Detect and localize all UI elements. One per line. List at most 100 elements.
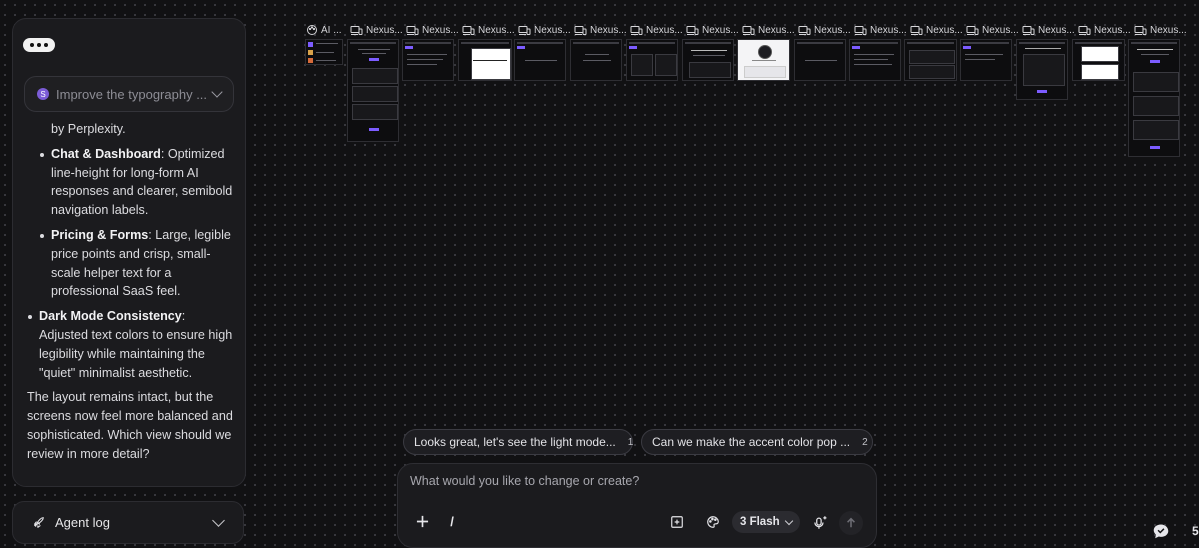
- message-closing: The layout remains intact, but the scree…: [27, 390, 233, 461]
- devices-icon: [350, 25, 363, 35]
- tab-label: Nexus...: [1150, 24, 1187, 36]
- screen-thumbnail[interactable]: [1072, 39, 1125, 81]
- devices-icon: [574, 25, 587, 35]
- chevron-down-icon: [212, 514, 225, 527]
- screen-thumbnail[interactable]: [514, 39, 566, 81]
- tab-label: Nexus...: [926, 24, 963, 36]
- prompt-selector-text: Improve the typography ...: [56, 86, 207, 102]
- chat-panel: S Improve the typography ... by Perplexi…: [12, 18, 246, 487]
- tab-label: Nexus...: [758, 24, 795, 36]
- more-options-button[interactable]: [23, 38, 55, 52]
- agent-log-label: Agent log: [55, 515, 110, 530]
- devices-icon: [518, 25, 531, 35]
- screen-thumbnail[interactable]: [794, 39, 846, 81]
- suggestion-shortcut: 1: [627, 436, 634, 448]
- suggestion-label: Can we make the accent color pop ...: [652, 435, 851, 449]
- send-button[interactable]: [839, 511, 863, 535]
- arrow-up-icon: [847, 517, 855, 528]
- tab-nexus[interactable]: Nexus...: [462, 23, 515, 37]
- insert-frame-button[interactable]: [669, 514, 685, 530]
- theme-button[interactable]: [705, 514, 721, 530]
- devices-icon: [966, 25, 979, 35]
- tab-nexus[interactable]: Nexus...: [406, 23, 459, 37]
- screen-thumbnail[interactable]: [960, 39, 1012, 81]
- screen-thumbnail[interactable]: [904, 39, 957, 81]
- devices-icon: [1078, 25, 1091, 35]
- devices-icon: [1134, 25, 1147, 35]
- devices-icon: [1022, 25, 1035, 35]
- screen-thumbnail-typography[interactable]: [305, 39, 343, 65]
- suggestion-chip-2[interactable]: Can we make the accent color pop ... 2: [641, 429, 873, 455]
- screen-thumbnail-light[interactable]: [737, 39, 790, 81]
- palette-icon: [707, 516, 719, 528]
- list-item: Pricing & Forms: Large, legible price po…: [27, 226, 237, 301]
- tab-nexus[interactable]: Nexus...: [854, 23, 907, 37]
- assistant-message: by Perplexity. Chat & Dashboard: Optimiz…: [27, 120, 237, 470]
- voice-button[interactable]: [811, 513, 829, 531]
- insert-frame-icon: [671, 516, 683, 528]
- tab-nexus[interactable]: Nexus...: [574, 23, 627, 37]
- item-title: Chat & Dashboard: [51, 146, 161, 161]
- screen-thumbnail[interactable]: [458, 39, 512, 81]
- tab-nexus[interactable]: Nexus...: [686, 23, 739, 37]
- chevron-down-icon: [211, 86, 223, 98]
- tab-ai[interactable]: AI ...: [306, 23, 342, 37]
- tab-nexus[interactable]: Nexus...: [630, 23, 683, 37]
- tab-label: Nexus...: [366, 24, 403, 36]
- tab-label: Nexus...: [982, 24, 1019, 36]
- tab-nexus[interactable]: Nexus...: [1078, 23, 1131, 37]
- devices-icon: [798, 25, 811, 35]
- list-item: by Perplexity.: [27, 120, 237, 139]
- tab-label: Nexus...: [534, 24, 571, 36]
- agent-log-toggle[interactable]: Agent log: [12, 501, 244, 544]
- chat-input[interactable]: What would you like to change or create?: [410, 474, 639, 488]
- tab-label: Nexus...: [814, 24, 851, 36]
- model-selector[interactable]: 3 Flash: [732, 511, 800, 533]
- devices-icon: [406, 25, 419, 35]
- tab-nexus[interactable]: Nexus...: [518, 23, 571, 37]
- suggestion-shortcut: 2: [862, 436, 868, 448]
- tab-nexus[interactable]: Nexus...: [910, 23, 963, 37]
- screen-thumbnail[interactable]: [347, 39, 399, 142]
- rocket-icon: [34, 517, 44, 528]
- chat-composer: What would you like to change or create?…: [397, 463, 877, 548]
- tab-nexus[interactable]: Nexus...: [742, 23, 795, 37]
- notification-count: 5: [1192, 524, 1199, 538]
- screen-thumbnail[interactable]: [402, 39, 454, 81]
- tab-label: Nexus...: [702, 24, 739, 36]
- devices-icon: [854, 25, 867, 35]
- devices-icon: [686, 25, 699, 35]
- prompt-badge: S: [37, 88, 49, 100]
- tab-label: Nexus...: [646, 24, 683, 36]
- model-label: 3 Flash: [740, 516, 780, 528]
- screen-thumbnail[interactable]: [1128, 39, 1180, 157]
- screen-tabs: AI ... Nexus... Nexus... Nexus... Nexus.…: [306, 23, 1199, 37]
- suggestion-chip-1[interactable]: Looks great, let's see the light mode...…: [403, 429, 633, 455]
- tab-label: Nexus...: [1038, 24, 1075, 36]
- tab-nexus[interactable]: Nexus...: [798, 23, 851, 37]
- screen-thumbnail[interactable]: [570, 39, 622, 81]
- screen-thumbnail[interactable]: [849, 39, 901, 81]
- screen-thumbnail[interactable]: [682, 39, 734, 81]
- tab-nexus[interactable]: Nexus...: [966, 23, 1019, 37]
- item-title: Pricing & Forms: [51, 227, 149, 242]
- feedback-button[interactable]: [1152, 523, 1170, 544]
- item-title: Dark Mode Consistency: [39, 309, 182, 324]
- tab-nexus[interactable]: Nexus...: [1022, 23, 1075, 37]
- message-continuation: by Perplexity.: [51, 122, 126, 136]
- slash-command-button[interactable]: /: [445, 513, 459, 529]
- devices-icon: [742, 25, 755, 35]
- screen-thumbnail[interactable]: [1016, 39, 1068, 100]
- prompt-selector[interactable]: S Improve the typography ...: [24, 76, 234, 112]
- plus-icon: [416, 515, 428, 527]
- tab-label: Nexus...: [590, 24, 627, 36]
- tab-label: AI ...: [321, 24, 342, 36]
- feedback-icon: [1153, 524, 1169, 539]
- screen-thumbnail[interactable]: [626, 39, 678, 81]
- tab-nexus[interactable]: Nexus...: [1134, 23, 1187, 37]
- tab-label: Nexus...: [870, 24, 907, 36]
- add-button[interactable]: [414, 513, 430, 529]
- tab-nexus[interactable]: Nexus...: [350, 23, 403, 37]
- devices-icon: [630, 25, 643, 35]
- tab-label: Nexus...: [422, 24, 459, 36]
